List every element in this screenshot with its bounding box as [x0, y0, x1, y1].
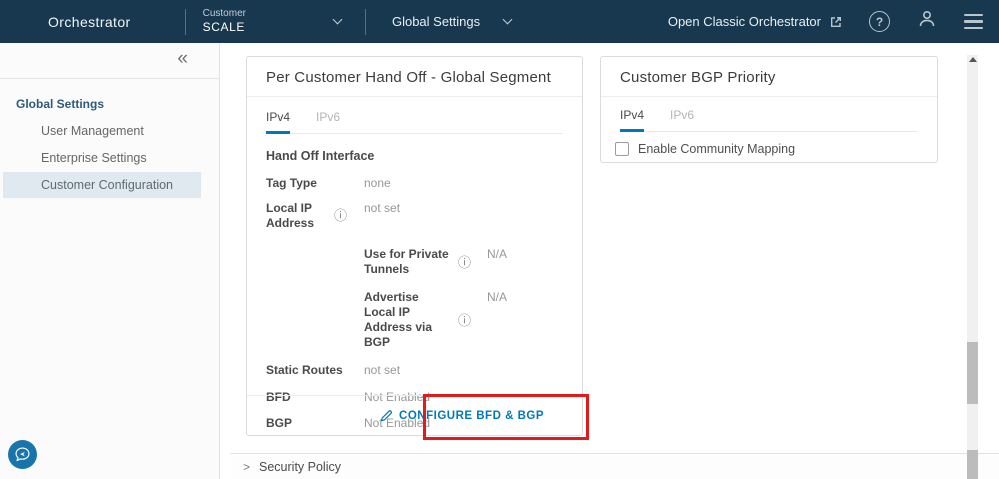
tag-type-label: Tag Type — [266, 176, 317, 190]
sidebar-collapse-icon[interactable]: « — [177, 48, 188, 71]
tab-ipv6[interactable]: IPv6 — [670, 108, 694, 132]
main-content: Per Customer Hand Off - Global Segment I… — [220, 43, 999, 479]
help-button[interactable]: ? — [869, 11, 890, 32]
topbar-right-group: Open Classic Orchestrator ? — [668, 8, 999, 35]
open-classic-label: Open Classic Orchestrator — [668, 14, 821, 29]
app-title: Orchestrator — [48, 14, 131, 30]
open-classic-orchestrator-link[interactable]: Open Classic Orchestrator — [668, 14, 843, 29]
tag-type-value: none — [364, 176, 391, 190]
handoff-card-title: Per Customer Hand Off - Global Segment — [247, 57, 582, 97]
advertise-local-ip-value: N/A — [487, 290, 507, 304]
customer-picker-dropdown[interactable]: Customer SCALE — [203, 8, 365, 36]
chevron-down-icon — [333, 15, 343, 25]
chevron-right-icon: > — [243, 460, 250, 474]
static-routes-label: Static Routes — [266, 363, 343, 377]
hamburger-menu-icon — [964, 14, 983, 29]
sidebar-item-user-management[interactable]: User Management — [3, 118, 201, 144]
orchestrator-app: Orchestrator Customer SCALE Global Setti… — [0, 0, 999, 479]
top-bar: Orchestrator Customer SCALE Global Setti… — [0, 0, 999, 43]
sidebar-item-customer-configuration[interactable]: Customer Configuration — [3, 172, 201, 198]
feedback-chat-button[interactable] — [8, 440, 37, 469]
local-ip-address-value: not set — [364, 201, 400, 215]
customer-label: Customer — [203, 8, 246, 21]
configure-bfd-bgp-label: CONFIGURE BFD & BGP — [399, 410, 544, 422]
use-for-private-tunnels-row: Use for Private Tunnels ⓘ N/A — [364, 247, 563, 277]
info-icon[interactable]: ⓘ — [458, 256, 471, 269]
customer-picker-text: Customer SCALE — [203, 8, 246, 36]
use-for-private-tunnels-value: N/A — [487, 247, 507, 261]
sidebar-header: « — [0, 43, 219, 79]
security-policy-label: Security Policy — [259, 460, 341, 474]
vertical-scrollbar[interactable] — [967, 55, 978, 479]
info-icon[interactable]: ⓘ — [334, 209, 347, 222]
user-icon — [916, 8, 938, 35]
static-routes-row: Static Routes not set — [266, 363, 563, 377]
scrollbar-thumb[interactable] — [967, 450, 978, 479]
bgp-tabs: IPv4 IPv6 — [620, 107, 918, 132]
configure-bfd-bgp-button[interactable]: CONFIGURE BFD & BGP — [380, 409, 544, 422]
handoff-card-footer: CONFIGURE BFD & BGP — [247, 395, 582, 435]
enable-community-mapping-checkbox[interactable] — [615, 142, 629, 156]
security-policy-expander[interactable]: > Security Policy — [230, 453, 999, 479]
enable-community-mapping-row: Enable Community Mapping — [615, 142, 923, 156]
help-icon: ? — [869, 11, 890, 32]
external-link-icon — [829, 15, 843, 29]
scroll-up-arrow-icon[interactable] — [969, 57, 977, 62]
info-icon[interactable]: ⓘ — [458, 314, 471, 327]
chevron-down-icon — [503, 15, 513, 25]
scrollbar-thumb[interactable] — [967, 342, 978, 404]
static-routes-value: not set — [364, 363, 400, 377]
use-for-private-tunnels-label: Use for Private Tunnels — [364, 247, 452, 277]
pencil-icon — [380, 409, 393, 422]
user-account-button[interactable] — [916, 8, 938, 35]
tag-type-row: Tag Type none — [266, 176, 563, 190]
customer-value: SCALE — [203, 20, 246, 35]
chat-bubble-icon — [13, 445, 32, 464]
tab-ipv4[interactable]: IPv4 — [266, 110, 290, 134]
tab-ipv4[interactable]: IPv4 — [620, 108, 644, 132]
customer-bgp-priority-card: Customer BGP Priority IPv4 IPv6 Enable C… — [600, 56, 938, 163]
per-customer-handoff-card: Per Customer Hand Off - Global Segment I… — [246, 56, 583, 436]
handoff-tabs: IPv4 IPv6 — [266, 109, 563, 134]
bgp-card-title: Customer BGP Priority — [601, 57, 937, 97]
handoff-interface-heading: Hand Off Interface — [266, 149, 563, 163]
global-settings-menu-label: Global Settings — [392, 14, 480, 29]
enable-community-mapping-label: Enable Community Mapping — [638, 142, 795, 156]
global-settings-menu-dropdown[interactable]: Global Settings — [392, 14, 511, 29]
main-menu-button[interactable] — [964, 14, 999, 29]
topbar-divider — [365, 9, 366, 35]
sidebar-section-global-settings[interactable]: Global Settings — [0, 91, 219, 117]
advertise-local-ip-label: Advertise Local IP Address via BGP — [364, 290, 452, 350]
tab-ipv6[interactable]: IPv6 — [316, 110, 340, 134]
advertise-local-ip-row: Advertise Local IP Address via BGP ⓘ N/A — [364, 290, 563, 350]
sidebar-item-enterprise-settings[interactable]: Enterprise Settings — [3, 145, 201, 171]
handoff-card-body: Hand Off Interface Tag Type none Local I… — [247, 134, 582, 430]
sidebar-nav: Global Settings User Management Enterpri… — [0, 79, 219, 198]
topbar-divider — [185, 9, 186, 35]
local-ip-address-label: Local IP Address — [266, 201, 328, 230]
sidebar: « Global Settings User Management Enterp… — [0, 43, 220, 479]
local-ip-address-row: Local IP Address ⓘ not set — [266, 201, 563, 230]
